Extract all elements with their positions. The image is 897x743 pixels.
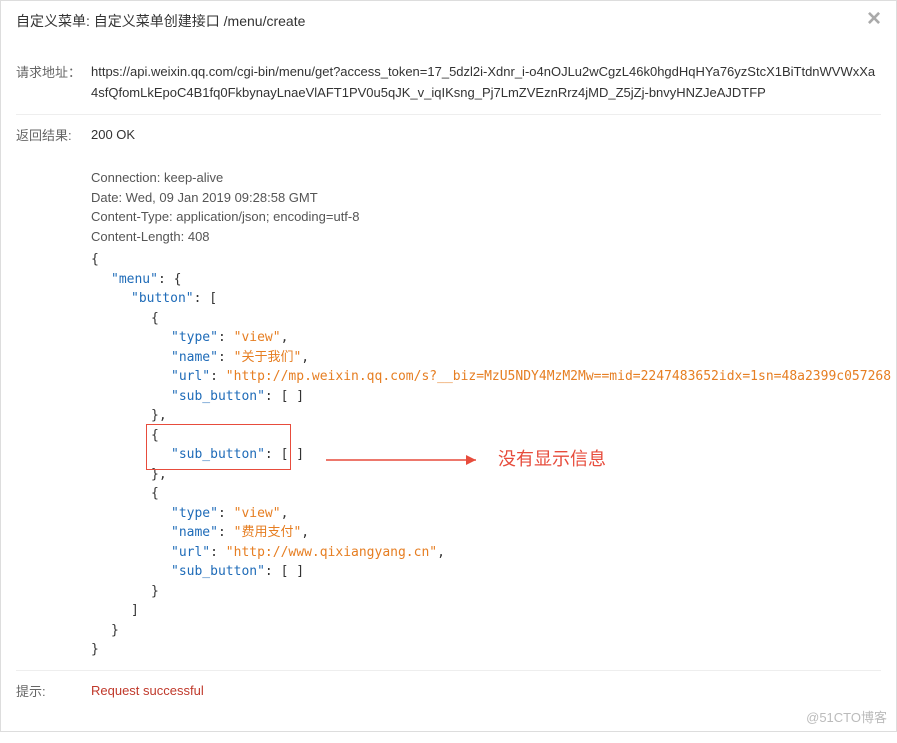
json-body: { "menu": { "button": [ { "type": "view"… <box>91 250 891 660</box>
request-url-value: https://api.weixin.qq.com/cgi-bin/menu/g… <box>91 62 881 104</box>
json-key: "type" <box>171 506 218 521</box>
hint-row: 提示: Request successful <box>16 670 881 712</box>
header-connection: Connection: keep-alive <box>91 168 891 188</box>
response-body: 200 OK Connection: keep-alive Date: Wed,… <box>91 125 891 660</box>
json-key: "name" <box>171 525 218 540</box>
json-empty-array: [ ] <box>281 564 304 579</box>
json-key: "name" <box>171 350 218 365</box>
json-key: "sub_button" <box>171 564 265 579</box>
response-status: 200 OK <box>91 125 891 146</box>
json-key: "sub_button" <box>171 389 265 404</box>
json-key: "sub_button" <box>171 447 265 462</box>
dialog-title: 自定义菜单: 自定义菜单创建接口 /menu/create <box>16 13 305 29</box>
json-empty-array: [ ] <box>281 447 304 462</box>
hint-text: Request successful <box>91 681 881 702</box>
json-string: "费用支付" <box>234 525 302 540</box>
json-key: "type" <box>171 330 218 345</box>
json-empty-array: [ ] <box>281 389 304 404</box>
response-label: 返回结果: <box>16 125 91 660</box>
json-string: "view" <box>234 330 281 345</box>
json-brace: { <box>91 250 891 270</box>
json-string: "关于我们" <box>234 350 302 365</box>
json-string: "http://www.qixiangyang.cn" <box>226 545 437 560</box>
api-debug-dialog: 自定义菜单: 自定义菜单创建接口 /menu/create × 请求地址： ht… <box>0 0 897 732</box>
response-headers: Connection: keep-alive Date: Wed, 09 Jan… <box>91 168 891 246</box>
json-key: "menu" <box>111 272 158 287</box>
json-key: "url" <box>171 369 210 384</box>
dialog-header: 自定义菜单: 自定义菜单创建接口 /menu/create × <box>1 1 896 42</box>
dialog-content: 请求地址： https://api.weixin.qq.com/cgi-bin/… <box>1 42 896 731</box>
json-key: "url" <box>171 545 210 560</box>
json-string: "view" <box>234 506 281 521</box>
header-date: Date: Wed, 09 Jan 2019 09:28:58 GMT <box>91 188 891 208</box>
request-row: 请求地址： https://api.weixin.qq.com/cgi-bin/… <box>16 52 881 114</box>
header-content-length: Content-Length: 408 <box>91 227 891 247</box>
request-url-label: 请求地址： <box>16 62 91 104</box>
json-key: "button" <box>131 291 194 306</box>
json-string: "http://mp.weixin.qq.com/s?__biz=MzU5NDY… <box>226 369 891 384</box>
header-content-type: Content-Type: application/json; encoding… <box>91 207 891 227</box>
hint-label: 提示: <box>16 681 91 702</box>
close-icon[interactable]: × <box>867 7 881 31</box>
response-row: 返回结果: 200 OK Connection: keep-alive Date… <box>16 114 881 670</box>
